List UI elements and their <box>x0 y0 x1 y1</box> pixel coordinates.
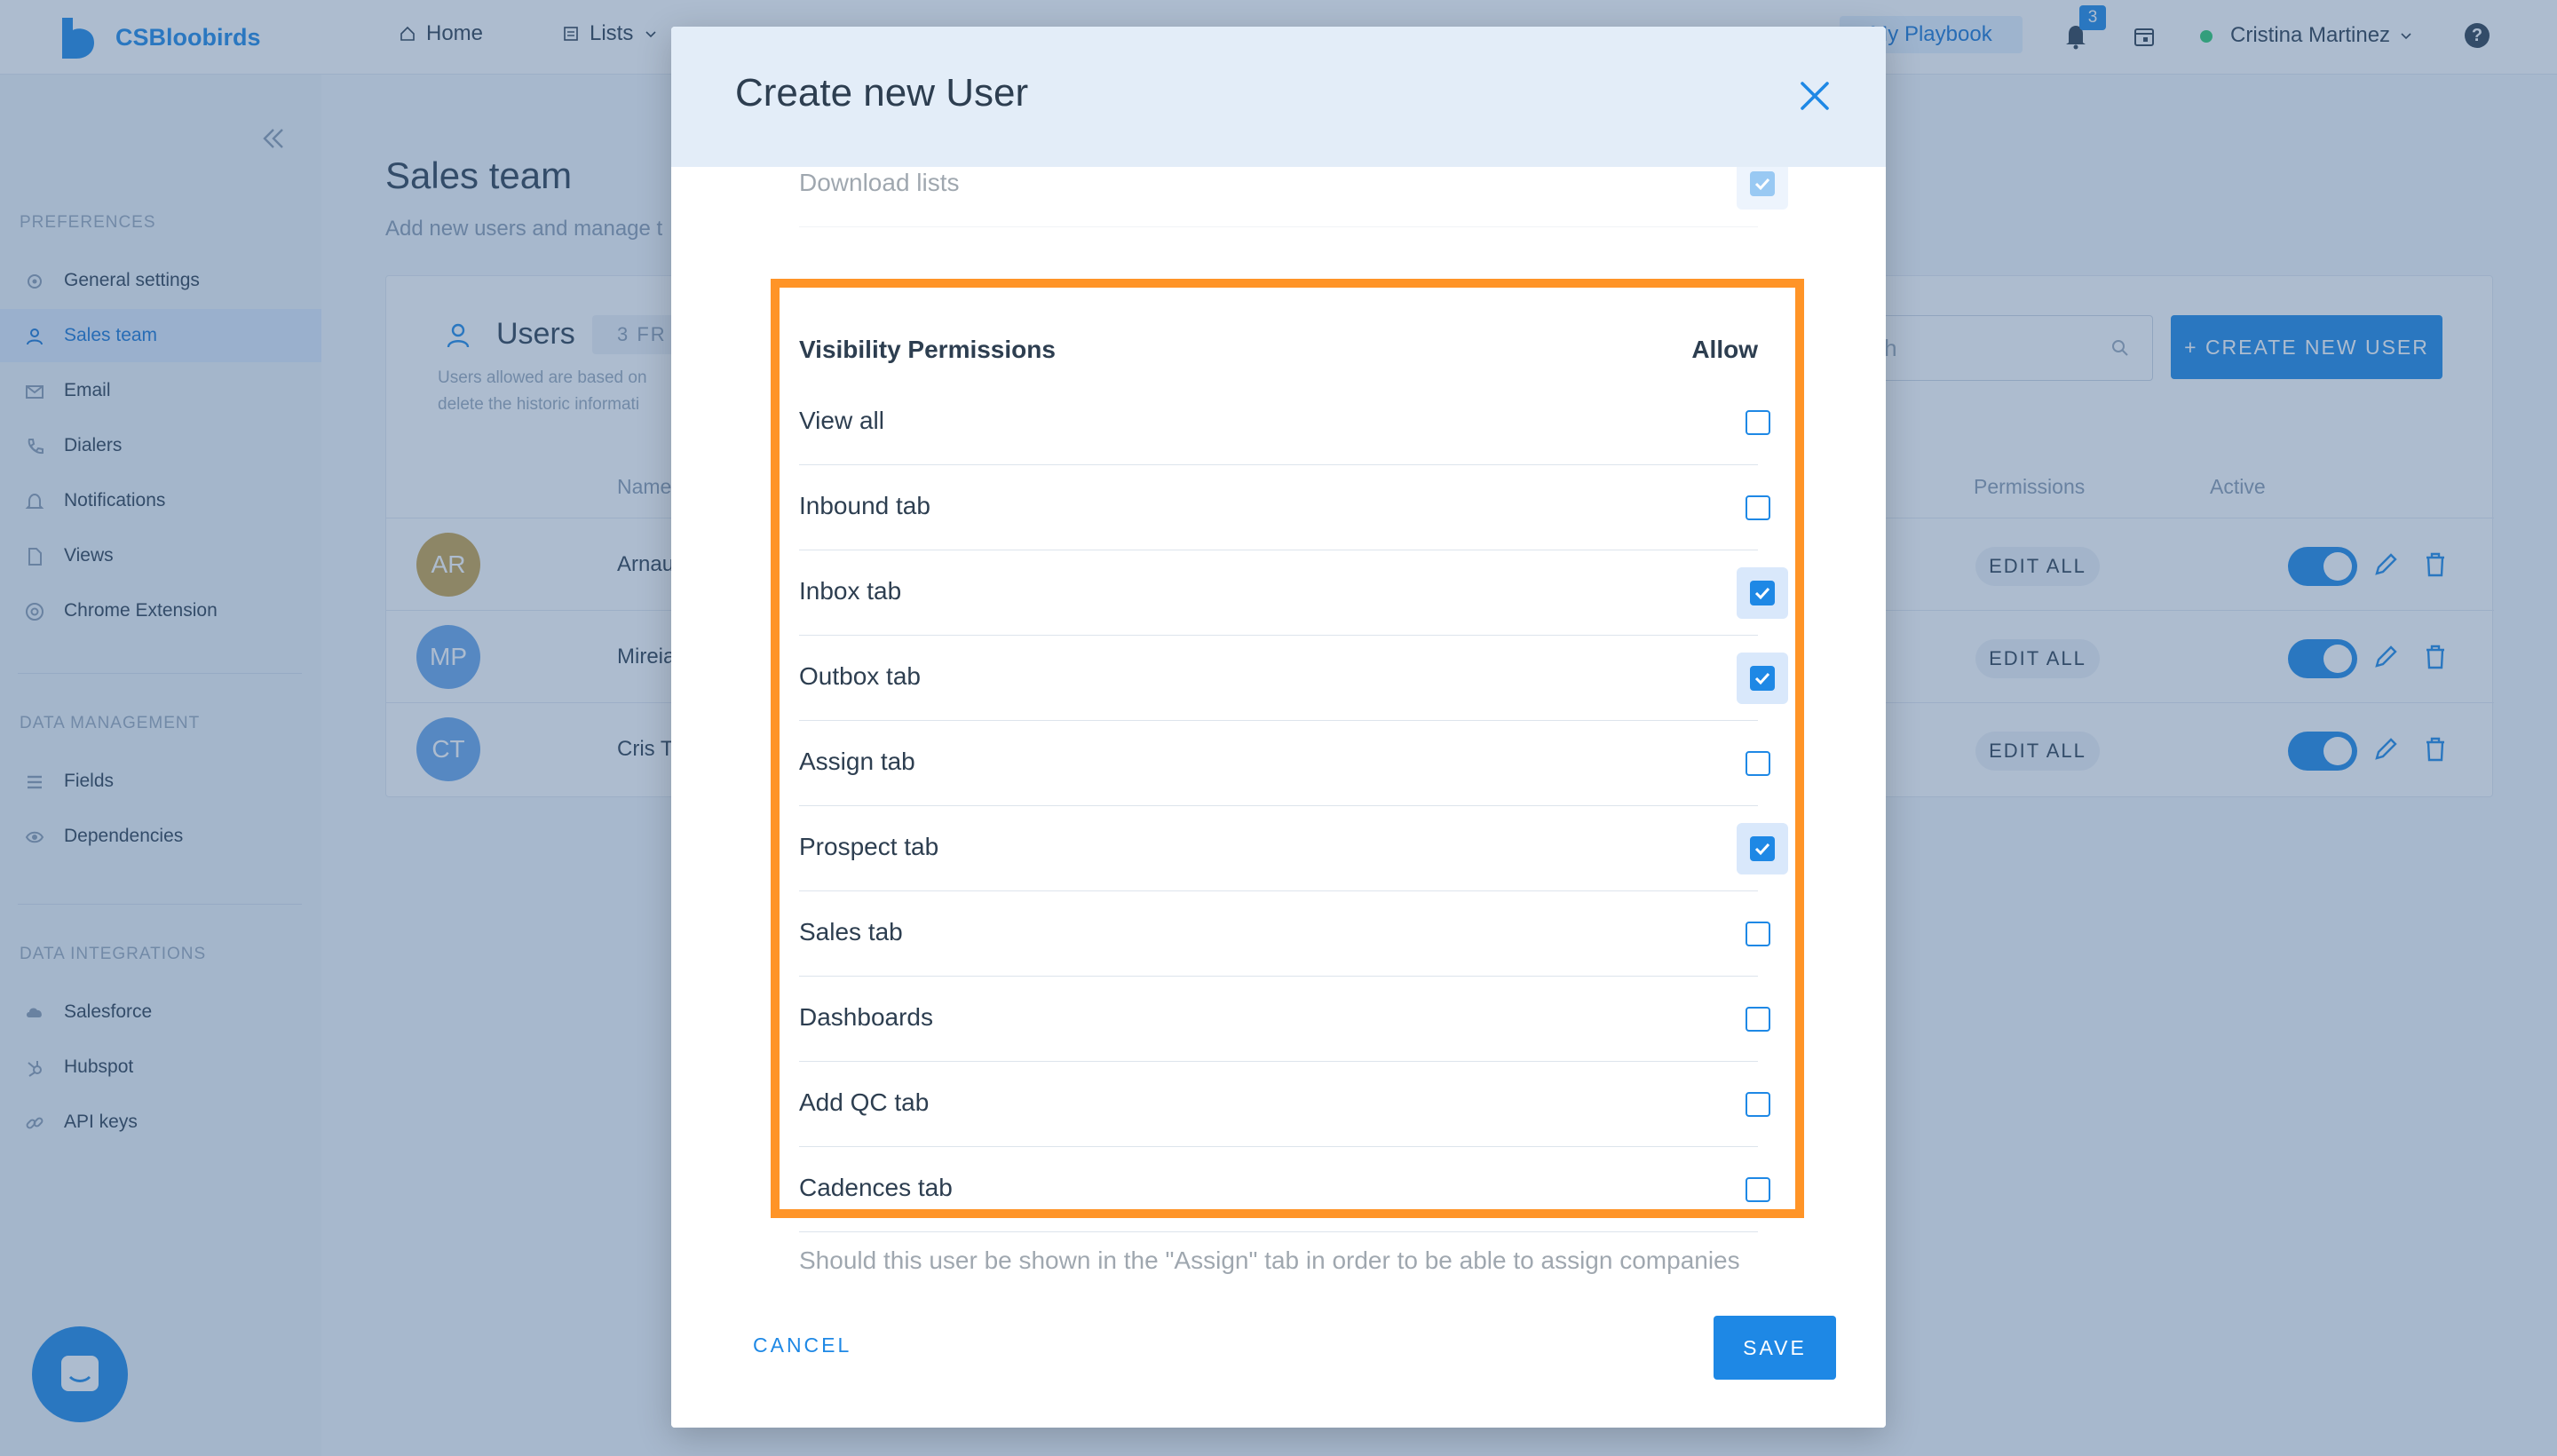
allow-column-header: Allow <box>1691 336 1758 363</box>
permission-label: Sales tab <box>799 918 903 946</box>
permission-label: Outbox tab <box>799 662 921 690</box>
permission-label: Assign tab <box>799 748 915 775</box>
checkmark-icon <box>1754 178 1770 191</box>
permission-label: Dashboards <box>799 1003 933 1031</box>
assign-visibility-question: Should this user be shown in the "Assign… <box>799 1246 1740 1274</box>
permission-row-download-lists[interactable]: Download lists <box>799 167 1788 227</box>
prospect-tab-checkbox[interactable] <box>1737 823 1788 874</box>
checkmark-icon <box>1754 843 1770 856</box>
outbox-tab-checkbox[interactable] <box>1737 653 1788 704</box>
permission-label: Inbound tab <box>799 492 930 519</box>
permission-label: View all <box>799 407 884 434</box>
permission-row-inbound-tab[interactable]: Inbound tab <box>799 465 1770 550</box>
permission-row-dashboards[interactable]: Dashboards <box>799 977 1770 1062</box>
permission-row-prospect-tab[interactable]: Prospect tab <box>799 806 1788 891</box>
permission-row-outbox-tab[interactable]: Outbox tab <box>799 636 1788 721</box>
permission-row-inbox-tab[interactable]: Inbox tab <box>799 550 1788 636</box>
permission-label: Cadences tab <box>799 1174 953 1201</box>
permission-label: Prospect tab <box>799 833 939 860</box>
sales-tab-checkbox[interactable] <box>1746 922 1770 946</box>
assign-tab-checkbox[interactable] <box>1746 751 1770 776</box>
cadences-tab-checkbox[interactable] <box>1746 1177 1770 1202</box>
dashboards-checkbox[interactable] <box>1746 1007 1770 1032</box>
permission-row-assign-tab[interactable]: Assign tab <box>799 721 1770 806</box>
permission-row-view-all[interactable]: View all <box>799 380 1770 465</box>
checkmark-icon <box>1754 587 1770 600</box>
permission-row-cadences-tab[interactable]: Cadences tab <box>799 1147 1770 1232</box>
section-title: Visibility Permissions <box>799 336 1056 363</box>
permission-row-add-qc-tab[interactable]: Add QC tab <box>799 1062 1770 1147</box>
permission-label: Download lists <box>799 169 960 196</box>
permission-row-sales-tab[interactable]: Sales tab <box>799 891 1770 977</box>
modal-header: Create new User <box>671 27 1886 167</box>
visibility-permissions-header: Visibility Permissions Allow <box>799 336 1758 364</box>
modal-footer: CANCEL SAVE <box>671 1284 1886 1428</box>
checkmark-icon <box>1754 672 1770 685</box>
modal-body[interactable]: Download lists Visibility Permissions Al… <box>671 167 1886 1284</box>
inbound-tab-checkbox[interactable] <box>1746 495 1770 520</box>
download-lists-checkbox[interactable] <box>1737 167 1788 210</box>
add-qc-tab-checkbox[interactable] <box>1746 1092 1770 1117</box>
view-all-checkbox[interactable] <box>1746 410 1770 435</box>
permission-label: Add QC tab <box>799 1088 930 1116</box>
inbox-tab-checkbox[interactable] <box>1737 567 1788 619</box>
modal-title: Create new User <box>735 71 1029 115</box>
create-user-modal: Create new User Download lists Visibilit… <box>671 27 1886 1428</box>
save-button[interactable]: SAVE <box>1714 1316 1836 1380</box>
cancel-button[interactable]: CANCEL <box>753 1333 851 1357</box>
close-icon[interactable] <box>1797 78 1833 114</box>
permission-label: Inbox tab <box>799 577 902 605</box>
